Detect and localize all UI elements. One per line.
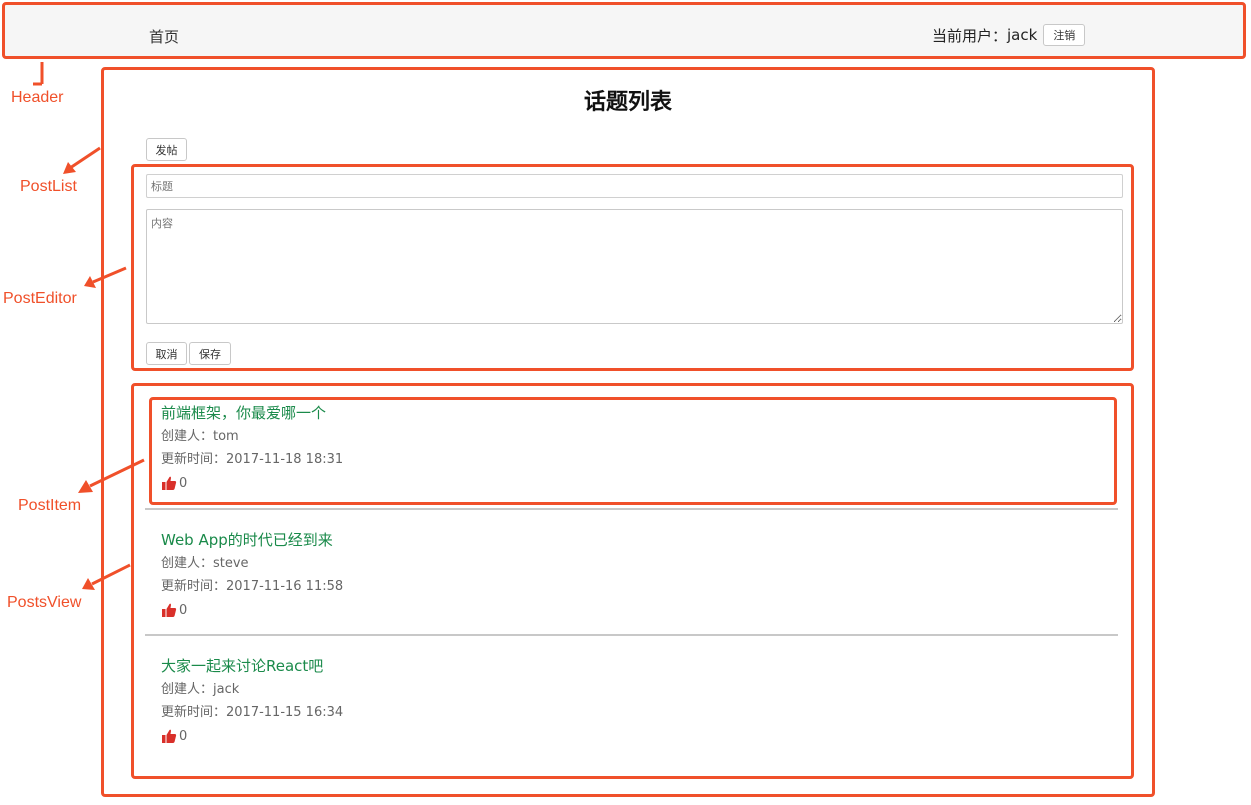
annotation-postitem-label: PostItem — [18, 497, 82, 514]
annotation-postlist-label: PostList — [20, 178, 77, 195]
header-component-outline — [2, 2, 1246, 59]
posteditor-component-outline — [131, 164, 1134, 371]
annotation-header-label: Header — [11, 89, 64, 106]
annotation-postsview-label: PostsView — [7, 594, 82, 611]
postitem-component-outline — [149, 397, 1117, 505]
annotation-posteditor-label: PostEditor — [3, 290, 77, 307]
